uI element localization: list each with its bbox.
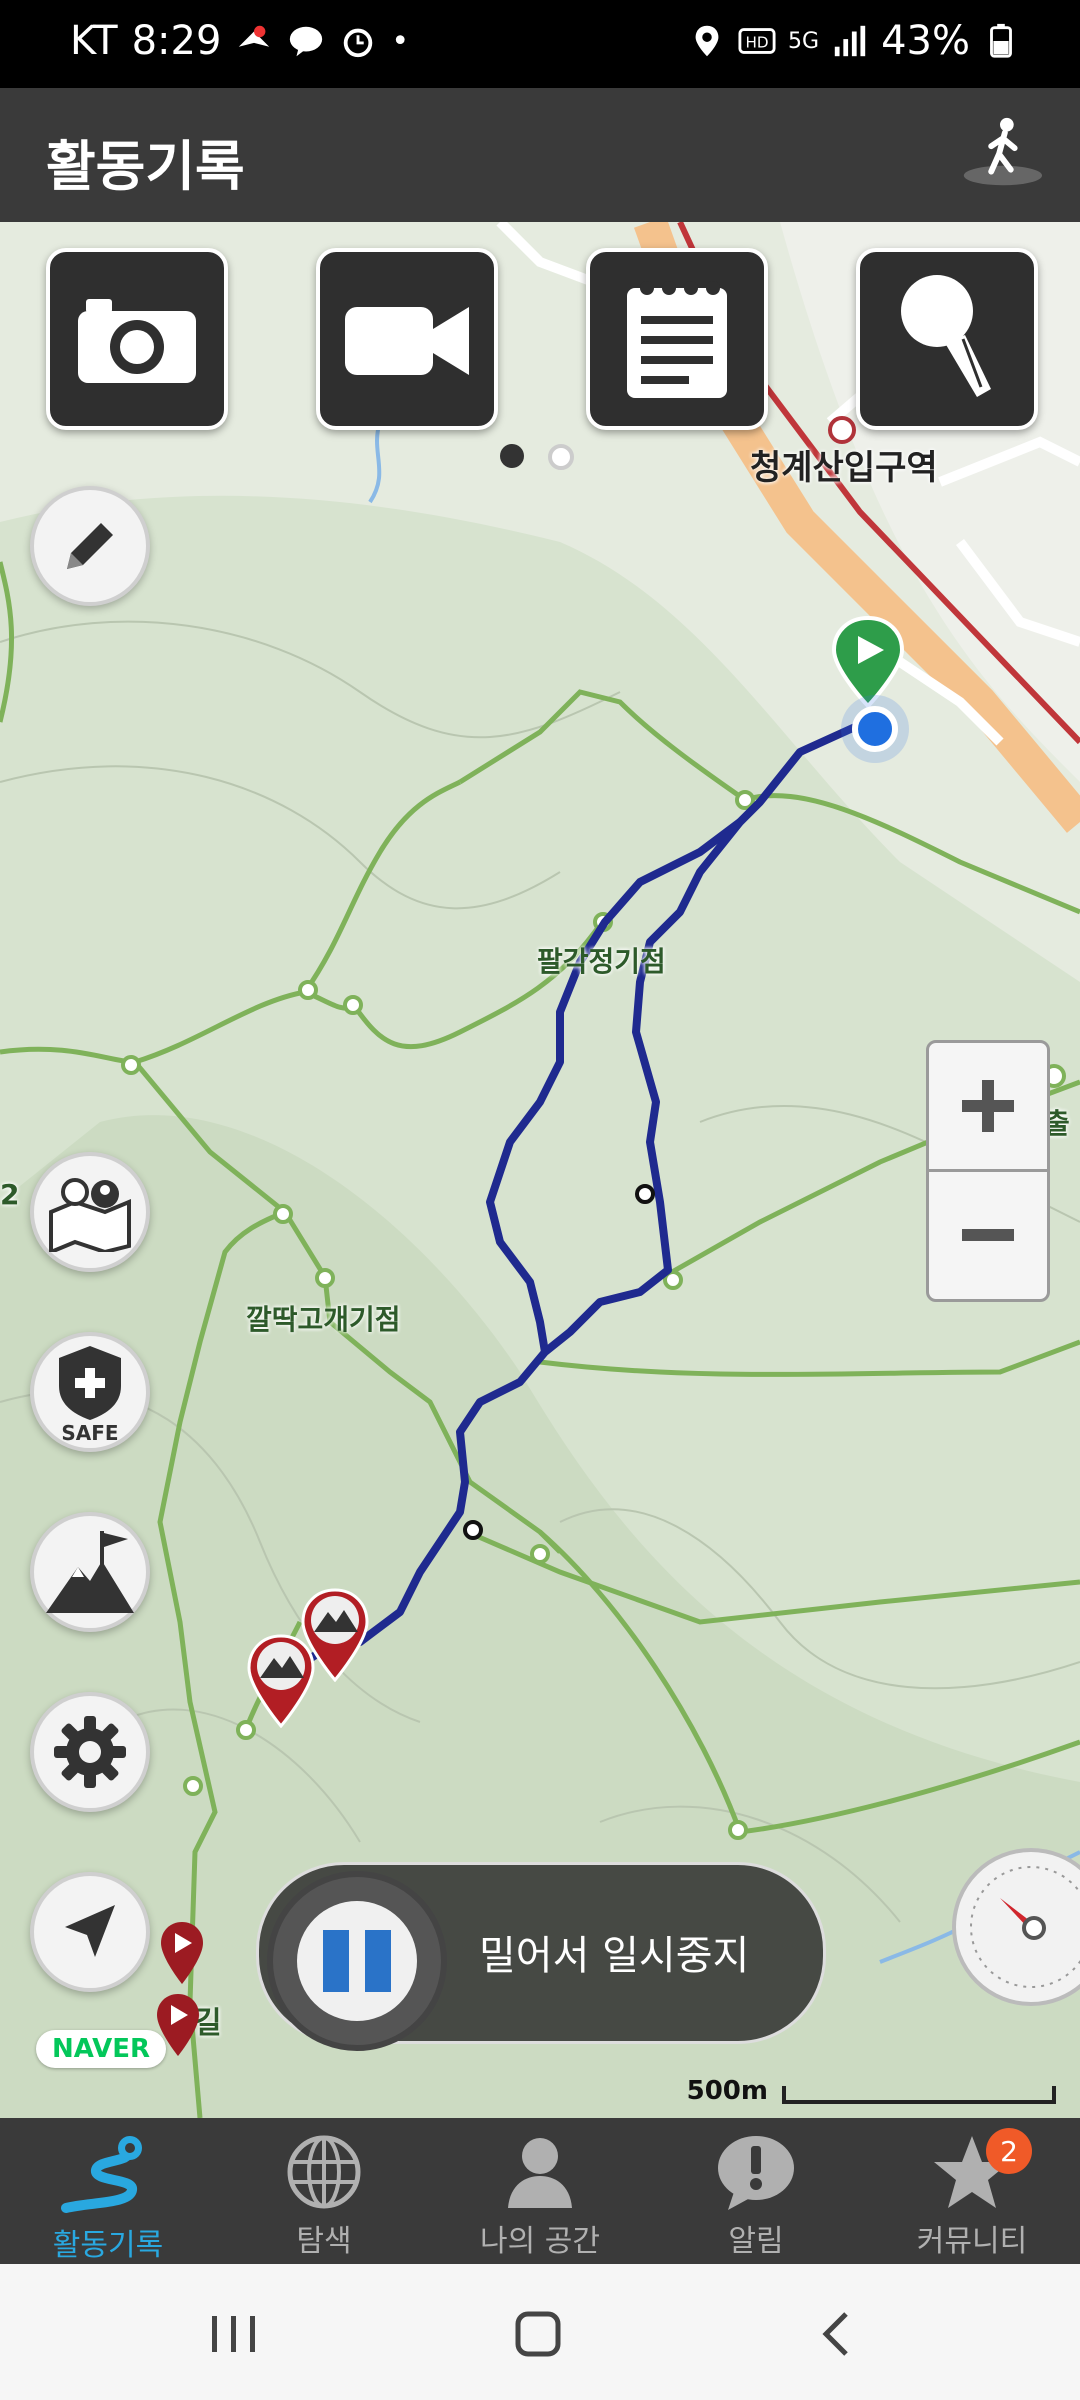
talk-icon <box>290 26 323 57</box>
slide-to-pause-label: 밀어서 일시중지 <box>479 1933 750 1979</box>
safe-shield-icon: SAFE <box>59 1346 121 1442</box>
current-location-icon <box>841 695 909 763</box>
notepad-icon <box>627 281 727 398</box>
app-header: 활동기록 <box>0 88 1080 222</box>
network-type: 5G <box>788 28 820 54</box>
clock: 8:29 <box>131 18 222 64</box>
battery-icon <box>990 23 1012 58</box>
microphone-icon <box>901 275 991 397</box>
gear-icon <box>54 1716 126 1788</box>
recent-apps-icon[interactable] <box>204 2304 264 2364</box>
pager-dot-active[interactable] <box>500 444 524 468</box>
map-canvas <box>0 222 1080 2118</box>
plus-icon <box>962 1080 1014 1132</box>
settings-button[interactable] <box>30 1692 150 1812</box>
map-scale: 500m <box>687 2076 1056 2106</box>
camera-button[interactable] <box>46 248 228 430</box>
peak-label-palgakjeong: 팔각정기점 <box>537 945 666 978</box>
tab-label: 활동기록 <box>52 2228 164 2263</box>
slide-to-pause[interactable]: 밀어서 일시중지 <box>256 1862 826 2051</box>
svg-text:SAFE: SAFE <box>61 1421 118 1442</box>
bottom-navigation: 활동기록 탐색 나의 공간 알림 커뮤니티 2 <box>0 2118 1080 2264</box>
peak-label-kkalttak: 깔딱고개기점 <box>246 1303 401 1336</box>
scale-bar <box>782 2086 1056 2104</box>
pager-dot[interactable] <box>548 444 574 470</box>
tab-notifications[interactable]: 알림 <box>648 2118 864 2264</box>
signal-icon <box>834 25 866 57</box>
location-icon <box>695 25 719 57</box>
tab-label: 나의 공간 <box>480 2224 600 2259</box>
road-label: 2 <box>0 1178 20 1211</box>
tab-label: 알림 <box>728 2224 784 2259</box>
compass-icon <box>970 1866 1080 1988</box>
tab-community[interactable]: 커뮤니티 2 <box>864 2118 1080 2264</box>
route-start-marker-icon[interactable] <box>158 1920 206 1986</box>
alert-bubble-icon <box>718 2136 794 2210</box>
person-icon <box>508 2138 572 2208</box>
pencil-icon <box>67 523 113 569</box>
summit-challenge-button[interactable] <box>30 1512 150 1632</box>
compass[interactable] <box>952 1848 1080 2006</box>
mountain-flag-icon <box>46 1531 134 1613</box>
edit-button[interactable] <box>30 486 150 606</box>
memo-button[interactable] <box>586 248 768 430</box>
naver-logo: NAVER <box>36 2030 167 2068</box>
map-view[interactable]: 청계산입구역 팔각정기점 깔딱고개기점 출 2 길 SAFE 밀어서 일시중지 … <box>0 222 1080 2118</box>
map-people-icon <box>49 1178 131 1252</box>
activity-route-icon <box>61 2136 142 2213</box>
zoom-in-button[interactable] <box>929 1043 1047 1169</box>
camera-icon <box>78 299 196 383</box>
tab-activity-record[interactable]: 활동기록 <box>0 2118 216 2264</box>
safe-button[interactable]: SAFE <box>30 1332 150 1452</box>
pause-icon <box>323 1930 391 1992</box>
my-location-button[interactable] <box>30 1872 150 1992</box>
notification-badge: 2 <box>986 2128 1032 2174</box>
hiking-mode-icon[interactable] <box>956 114 1044 194</box>
map-people-button[interactable] <box>30 1152 150 1272</box>
zoom-out-button[interactable] <box>929 1169 1047 1298</box>
home-icon[interactable] <box>508 2304 568 2364</box>
zoom-control <box>926 1040 1050 1302</box>
svg-text:HD: HD <box>745 34 768 52</box>
tab-my-space[interactable]: 나의 공간 <box>432 2118 648 2264</box>
navigation-arrow-icon <box>65 1905 115 1957</box>
alarm-icon <box>344 28 373 58</box>
station-label: 청계산입구역 <box>750 448 938 488</box>
notification-icon <box>239 25 270 47</box>
tab-label: 탐색 <box>296 2224 352 2259</box>
more-notifications-dot: • <box>391 23 410 59</box>
hd-icon: HD <box>738 28 776 54</box>
battery-percent: 43% <box>881 18 970 64</box>
toolbar-pager <box>500 444 574 470</box>
globe-icon <box>287 2135 361 2209</box>
voice-record-button[interactable] <box>856 248 1038 430</box>
minus-icon <box>962 1229 1014 1241</box>
back-icon[interactable] <box>808 2304 868 2364</box>
tab-label: 커뮤니티 <box>916 2224 1028 2259</box>
video-button[interactable] <box>316 248 498 430</box>
pause-knob[interactable] <box>267 1871 447 2051</box>
summit-marker-icon[interactable] <box>246 1634 316 1728</box>
scale-label: 500m <box>686 2076 768 2106</box>
system-navigation-bar <box>0 2264 1080 2400</box>
carrier-label: KT <box>70 18 118 64</box>
status-bar: KT 8:29 • HD 5G 43% <box>0 0 1080 88</box>
video-camera-icon <box>345 307 469 375</box>
tab-explore[interactable]: 탐색 <box>216 2118 432 2264</box>
page-title: 활동기록 <box>46 135 245 198</box>
